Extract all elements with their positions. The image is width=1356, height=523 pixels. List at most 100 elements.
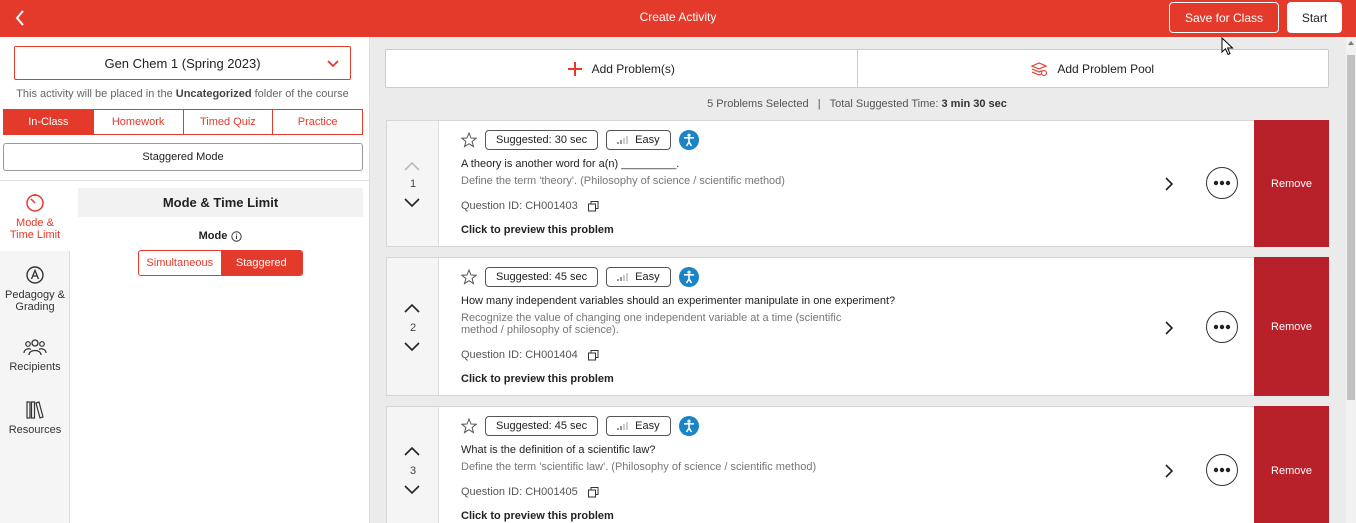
total-time-value: 3 min 30 sec — [941, 98, 1007, 110]
folder-note-prefix: This activity will be placed in the — [16, 88, 176, 100]
preview-link[interactable]: Click to preview this problem — [461, 510, 1161, 522]
sidenav-item-recipients[interactable]: Recipients — [0, 337, 70, 373]
info-icon[interactable] — [231, 230, 243, 242]
problem-number: 3 — [409, 465, 417, 477]
settings-panel: Gen Chem 1 (Spring 2023) This activity w… — [0, 37, 370, 523]
sidenav-label: Mode & — [16, 217, 54, 229]
mode-option-staggered[interactable]: Staggered — [220, 251, 302, 275]
order-controls: 1 — [387, 121, 439, 246]
save-for-class-button[interactable]: Save for Class — [1169, 2, 1279, 33]
move-up-icon[interactable] — [404, 161, 420, 171]
signal-bars-icon — [617, 136, 629, 144]
problems-selected-count: 5 Problems Selected — [707, 98, 809, 110]
add-problem-pool-button[interactable]: Add Problem Pool — [858, 50, 1329, 87]
move-up-icon[interactable] — [404, 303, 420, 313]
accessibility-icon — [678, 267, 699, 287]
staggered-mode-button[interactable]: Staggered Mode — [3, 143, 363, 171]
mode-option-simultaneous[interactable]: Simultaneous — [139, 251, 221, 275]
preview-link[interactable]: Click to preview this problem — [461, 373, 1161, 385]
tab-timed-quiz[interactable]: Timed Quiz — [184, 110, 274, 134]
books-icon — [26, 401, 44, 419]
copy-icon[interactable] — [587, 200, 599, 212]
timer-icon — [26, 194, 44, 212]
question-id-row: Question ID: CH001403 — [461, 200, 1161, 212]
sidenav-item-pedagogy-grading[interactable]: Pedagogy & Grading — [0, 265, 70, 313]
more-options-button[interactable] — [1206, 167, 1238, 199]
tab-practice[interactable]: Practice — [273, 110, 362, 134]
sidenav-label: Time Limit — [9, 229, 61, 241]
activity-type-tabs: In-Class Homework Timed Quiz Practice — [3, 109, 363, 135]
add-problems-label: Add Problem(s) — [591, 61, 675, 76]
question-id: Question ID: CH001405 — [461, 486, 578, 498]
difficulty-chip: Easy — [606, 130, 671, 150]
preview-link[interactable]: Click to preview this problem — [461, 224, 1161, 236]
difficulty-label: Easy — [635, 134, 660, 146]
mouse-cursor-icon — [1221, 37, 1234, 56]
star-icon[interactable] — [461, 418, 477, 434]
difficulty-label: Easy — [635, 271, 660, 283]
copy-icon[interactable] — [587, 486, 599, 498]
total-time-label: Total Suggested Time: — [829, 98, 942, 110]
ellipsis-icon — [1213, 467, 1231, 473]
difficulty-label: Easy — [635, 420, 660, 432]
course-dropdown[interactable]: Gen Chem 1 (Spring 2023) — [14, 46, 351, 80]
remove-button[interactable]: Remove — [1254, 257, 1329, 396]
scroll-up-arrow-icon[interactable] — [1348, 41, 1354, 45]
question-text: How many independent variables should an… — [461, 295, 896, 307]
suggested-time-chip: Suggested: 45 sec — [485, 267, 599, 287]
folder-name: Uncategorized — [175, 88, 252, 100]
accessibility-icon — [678, 130, 699, 150]
page-title: Create Activity — [639, 10, 717, 24]
order-controls: 2 — [387, 258, 439, 395]
difficulty-chip: Easy — [606, 416, 671, 436]
more-options-button[interactable] — [1206, 311, 1238, 343]
sidenav-item-resources[interactable]: Resources — [0, 400, 70, 436]
sidenav-label: Pedagogy & — [5, 289, 65, 301]
problem-card: 3 Suggested: 45 sec Easy What is the def… — [386, 406, 1329, 523]
pedagogy-icon — [26, 266, 44, 284]
star-icon[interactable] — [461, 269, 477, 285]
signal-bars-icon — [617, 422, 629, 430]
mode-label-row: Mode — [78, 230, 363, 242]
move-down-icon[interactable] — [404, 198, 420, 208]
scrollbar-thumb[interactable] — [1347, 55, 1355, 400]
question-id-row: Question ID: CH001405 — [461, 486, 1161, 498]
chip-row: Suggested: 30 sec Easy — [461, 130, 1161, 150]
move-up-icon[interactable] — [404, 446, 420, 456]
chevron-right-icon[interactable] — [1164, 464, 1174, 478]
question-description: Recognize the value of changing one inde… — [461, 312, 842, 336]
remove-button[interactable]: Remove — [1254, 406, 1329, 523]
plus-icon — [567, 61, 582, 76]
ellipsis-icon — [1213, 180, 1231, 186]
top-bar: Create Activity Save for Class Start — [0, 0, 1356, 37]
move-down-icon[interactable] — [404, 485, 420, 495]
chevron-right-icon[interactable] — [1164, 321, 1174, 335]
question-id-row: Question ID: CH001404 — [461, 349, 1161, 361]
sidenav-label: Recipients — [9, 361, 61, 373]
chevron-right-icon[interactable] — [1164, 177, 1174, 191]
suggested-time-chip: Suggested: 30 sec — [485, 130, 599, 150]
star-icon[interactable] — [461, 132, 477, 148]
problem-number: 2 — [409, 322, 417, 334]
start-button[interactable]: Start — [1287, 2, 1342, 33]
panel-title: Mode & Time Limit — [78, 188, 363, 217]
course-dropdown-value: Gen Chem 1 (Spring 2023) — [104, 55, 261, 71]
tab-homework[interactable]: Homework — [94, 110, 184, 134]
folder-note-suffix: folder of the course — [251, 88, 349, 100]
scrollbar[interactable] — [1346, 37, 1356, 523]
mode-label: Mode — [198, 230, 228, 242]
copy-icon[interactable] — [587, 349, 599, 361]
mode-time-limit-panel: Mode & Time Limit Mode Simultaneous Stag… — [78, 188, 363, 276]
mode-toggle: Simultaneous Staggered — [138, 250, 303, 276]
more-options-button[interactable] — [1206, 454, 1238, 486]
add-problems-button[interactable]: Add Problem(s) — [386, 50, 858, 87]
move-down-icon[interactable] — [404, 342, 420, 352]
ellipsis-icon — [1213, 324, 1231, 330]
sidenav-item-mode-time-limit[interactable]: Mode & Time Limit — [0, 181, 70, 251]
signal-bars-icon — [617, 273, 629, 281]
accessibility-icon — [678, 416, 699, 436]
problem-pool-icon — [1031, 61, 1048, 76]
remove-button[interactable]: Remove — [1254, 120, 1329, 247]
tab-in-class[interactable]: In-Class — [4, 110, 94, 134]
problem-body: Suggested: 30 sec Easy A theory is anoth… — [461, 130, 1161, 236]
